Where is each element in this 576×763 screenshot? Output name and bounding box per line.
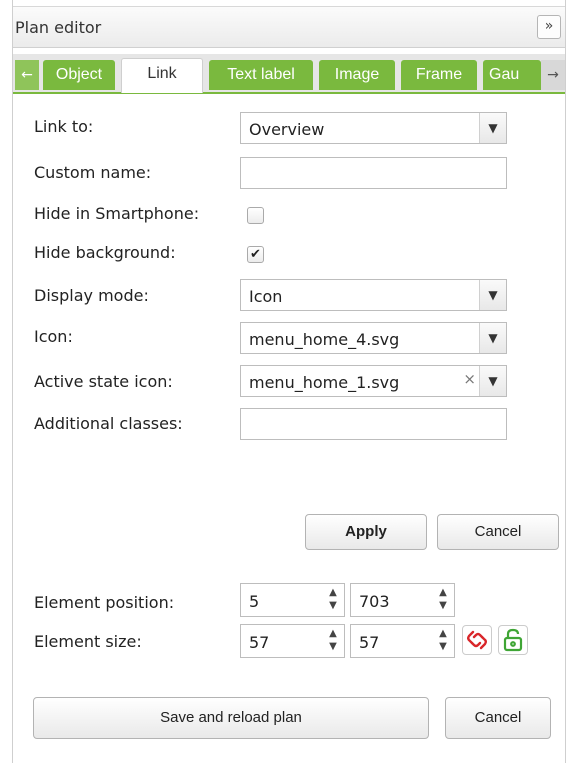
collapse-button[interactable]: » [537,15,561,39]
tab-scroll-left-icon[interactable]: ← [15,60,39,90]
link-to-label: Link to: [34,117,94,136]
stepper-arrows-icon[interactable]: ▲ ▼ [434,586,452,614]
icon-value: menu_home_4.svg [249,330,400,349]
element-size-label: Element size: [34,632,142,651]
display-mode-value: Icon [249,287,283,306]
clear-icon[interactable]: × [463,370,476,388]
icon-select[interactable]: menu_home_4.svg ▼ [240,322,507,354]
tab-link[interactable]: Link [121,58,203,93]
stepper-arrows-icon[interactable]: ▲ ▼ [324,627,342,655]
chevron-down-icon[interactable]: ▼ [479,323,506,353]
plan-editor-panel: Plan editor » ← Object Link Text label I… [12,0,566,763]
lock-button[interactable] [498,625,528,655]
display-mode-select[interactable]: Icon ▼ [240,279,507,311]
chevron-down-icon[interactable]: ▼ [479,280,506,310]
tab-image[interactable]: Image [319,60,395,90]
position-x-stepper[interactable]: 5 ▲ ▼ [240,583,345,617]
tab-frame[interactable]: Frame [401,60,477,90]
display-mode-label: Display mode: [34,286,149,305]
hide-background-label: Hide background: [34,243,176,262]
link-to-value: Overview [249,120,325,139]
link-ratio-button[interactable] [462,625,492,655]
active-state-icon-select[interactable]: menu_home_1.svg × ▼ [240,365,507,397]
cancel-button[interactable]: Cancel [437,514,559,550]
panel-title: Plan editor [15,18,102,37]
additional-classes-label: Additional classes: [34,414,183,433]
chevron-down-icon[interactable]: ▼ [479,113,506,143]
position-y-stepper[interactable]: 703 ▲ ▼ [350,583,455,617]
tab-gauge[interactable]: Gau [483,60,541,90]
footer-cancel-button[interactable]: Cancel [445,697,551,739]
active-state-icon-label: Active state icon: [34,372,173,391]
hide-background-checkbox[interactable]: ✔ [247,246,264,263]
title-bar: Plan editor » [13,6,565,48]
icon-label: Icon: [34,327,73,346]
custom-name-label: Custom name: [34,163,152,182]
position-x-value: 5 [249,592,260,611]
size-w-stepper[interactable]: 57 ▲ ▼ [240,624,345,658]
additional-classes-input[interactable] [240,408,507,440]
size-h-stepper[interactable]: 57 ▲ ▼ [350,624,455,658]
chevron-down-icon[interactable]: ▼ [479,366,506,396]
hide-smartphone-checkbox[interactable] [247,207,264,224]
broken-link-icon [467,630,487,650]
apply-button[interactable]: Apply [305,514,427,550]
element-position-label: Element position: [34,593,175,612]
active-state-icon-value: menu_home_1.svg [249,373,400,392]
save-reload-button[interactable]: Save and reload plan [33,697,429,739]
size-w-value: 57 [249,633,270,652]
size-h-value: 57 [359,633,380,652]
tab-object[interactable]: Object [43,60,115,90]
tab-scroll-right-icon[interactable]: → [541,60,565,90]
tab-text-label[interactable]: Text label [209,60,313,90]
link-to-select[interactable]: Overview ▼ [240,112,507,144]
tab-bar: ← Object Link Text label Image Frame Gau… [13,54,565,94]
hide-smartphone-label: Hide in Smartphone: [34,204,200,223]
stepper-arrows-icon[interactable]: ▲ ▼ [324,586,342,614]
stepper-arrows-icon[interactable]: ▲ ▼ [434,627,452,655]
unlock-icon [503,628,523,652]
custom-name-input[interactable] [240,157,507,189]
position-y-value: 703 [359,592,390,611]
